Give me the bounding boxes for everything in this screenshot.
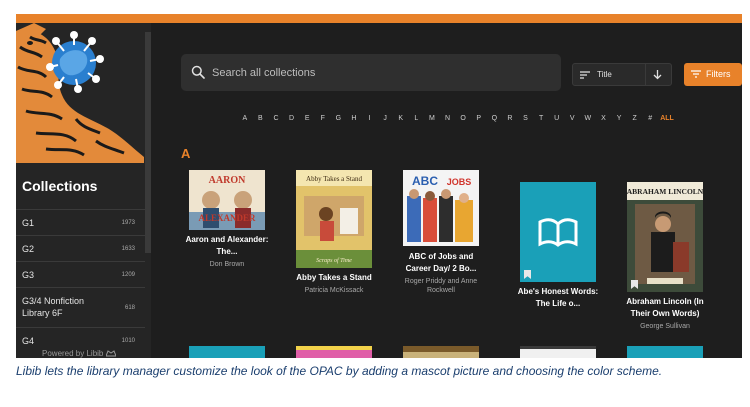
book-cover[interactable]: ABC JOBS [403,170,479,246]
book-cover-partial[interactable] [189,346,265,358]
collection-item-g1[interactable]: G1 1973 [16,209,145,235]
collection-count: 1633 [121,246,135,252]
alphabet-letter-w[interactable]: W [580,115,596,127]
search-icon [191,65,205,79]
sort-field-label: Title [597,70,612,79]
alphabet-letter-j[interactable]: J [377,115,393,127]
collection-count: 618 [124,305,135,311]
tiger-mascot-logo [16,23,151,163]
book-title[interactable]: Abe's Honest Words: The Life o... [512,286,604,310]
book-title[interactable]: Abby Takes a Stand [288,272,380,284]
section-letter-heading: A [181,146,191,161]
alphabet-letter-v[interactable]: V [564,115,580,127]
book-cover-placeholder[interactable] [520,182,596,282]
book-cover-partial[interactable] [403,346,479,358]
alphabet-letter-m[interactable]: M [424,115,440,127]
alphabet-letter-s[interactable]: S [518,115,534,127]
alphabet-letter-n[interactable]: N [440,115,456,127]
top-accent-bar [16,14,742,23]
opac-screenshot: Collections G1 1973 G2 1633 G3 1209 G3/4… [16,14,742,358]
collection-label: G4 [22,336,35,346]
collection-label: G2 [22,244,35,254]
collections-heading: Collections [22,178,98,194]
collection-label: G3/4 Nonfiction [22,296,85,306]
book-title[interactable]: Abraham Lincoln (In Their Own Words) [619,296,711,320]
alphabet-letter-e[interactable]: E [299,115,315,127]
filters-button[interactable]: Filters [684,63,742,86]
alphabet-letter-b[interactable]: B [253,115,269,127]
book-author: Don Brown [209,261,245,268]
alphabet-letter-l[interactable]: L [409,115,425,127]
svg-text:ABC: ABC [412,174,438,188]
alphabet-letter-k[interactable]: K [393,115,409,127]
collection-item-g2[interactable]: G2 1633 [16,235,145,261]
sort-control[interactable]: Title [572,63,672,86]
alphabet-letter-all[interactable]: ALL [658,115,676,127]
collection-item-g3[interactable]: G3 1209 [16,261,145,287]
filters-label: Filters [706,69,731,79]
collection-item-g3-4-nonfiction[interactable]: G3/4 Nonfiction Library 6F 618 [16,287,145,327]
book-author: George Sullivan [640,323,690,330]
book-cover-partial[interactable] [296,346,372,358]
book-cover[interactable]: AARON ALEXANDER [189,170,265,230]
collection-count: 1973 [121,220,135,226]
book-title[interactable]: Aaron and Alexander: The... [181,234,273,258]
alphabet-letter-r[interactable]: R [502,115,518,127]
alphabet-letter-p[interactable]: P [471,115,487,127]
alphabet-letter-u[interactable]: U [549,115,565,127]
alphabet-letter-z[interactable]: Z [627,115,643,127]
book-title[interactable]: ABC of Jobs and Career Day/ 2 Bo... [395,251,487,275]
book-cover-partial[interactable] [520,346,596,358]
sort-divider [645,64,646,85]
alphabet-letter-o[interactable]: O [455,115,471,127]
alphabet-letter-x[interactable]: X [596,115,612,127]
search-bar[interactable] [181,54,561,91]
alphabet-letter-i[interactable]: I [362,115,378,127]
alphabet-letter-y[interactable]: Y [611,115,627,127]
filter-lines-icon [691,70,701,78]
book-cover-partial[interactable] [627,346,703,358]
book-cover-art: Abby Takes a Stand Scraps of Time [296,170,372,268]
collection-count: 1010 [121,338,135,344]
collection-count: 1209 [121,272,135,278]
alphabet-letter-c[interactable]: C [268,115,284,127]
book-author: Patricia McKissack [304,287,364,294]
alphabet-index: A B C D E F G H I J K L M N O P Q R S T U V W X Y Z # ALL [237,115,676,127]
alphabet-letter-g[interactable]: G [331,115,347,127]
alphabet-letter-t[interactable]: T [533,115,549,127]
svg-text:AARON: AARON [209,175,246,186]
libib-logo-icon [104,350,117,357]
alphabet-letter-f[interactable]: F [315,115,331,127]
alphabet-letter-q[interactable]: Q [487,115,503,127]
collection-label-line2: Library 6F [22,308,63,318]
book-cover-art: AARON ALEXANDER [189,170,265,230]
collection-label: G1 [22,218,35,228]
sidebar: Collections G1 1973 G2 1633 G3 1209 G3/4… [16,23,151,358]
book-cover-art: ABRAHAM LINCOLN [627,182,703,292]
book-cover[interactable]: ABRAHAM LINCOLN [627,182,703,292]
search-input[interactable] [212,54,542,91]
book-author: Roger Priddy and Anne Rockwell [404,278,478,294]
open-book-icon [538,218,578,247]
figure-caption: Libib lets the library manager customize… [16,364,663,378]
powered-by-link[interactable]: Powered by Libib [42,349,117,358]
svg-text:Scraps of Time: Scraps of Time [316,257,352,264]
alphabet-letter-hash[interactable]: # [642,115,658,127]
collection-list: G1 1973 G2 1633 G3 1209 G3/4 Nonfiction … [16,209,145,353]
book-cover-art: ABC JOBS [403,170,479,246]
powered-by-text: Powered by Libib [42,349,104,358]
svg-text:JOBS: JOBS [447,177,472,187]
sort-lines-icon [580,71,590,79]
svg-text:ALEXANDER: ALEXANDER [198,213,256,223]
alphabet-letter-d[interactable]: D [284,115,300,127]
book-cover[interactable]: Abby Takes a Stand Scraps of Time [296,170,372,268]
collection-label: G3 [22,270,35,280]
alphabet-letter-a[interactable]: A [237,115,253,127]
arrow-down-icon[interactable] [652,69,663,80]
svg-text:Abby Takes a Stand: Abby Takes a Stand [306,175,362,183]
main-content: Title Filters ABCDEFGHIJKLMNOPQRSTUVWXYZ… [151,23,742,358]
alphabet-letter-h[interactable]: H [346,115,362,127]
svg-text:ABRAHAM LINCOLN: ABRAHAM LINCOLN [627,187,703,196]
